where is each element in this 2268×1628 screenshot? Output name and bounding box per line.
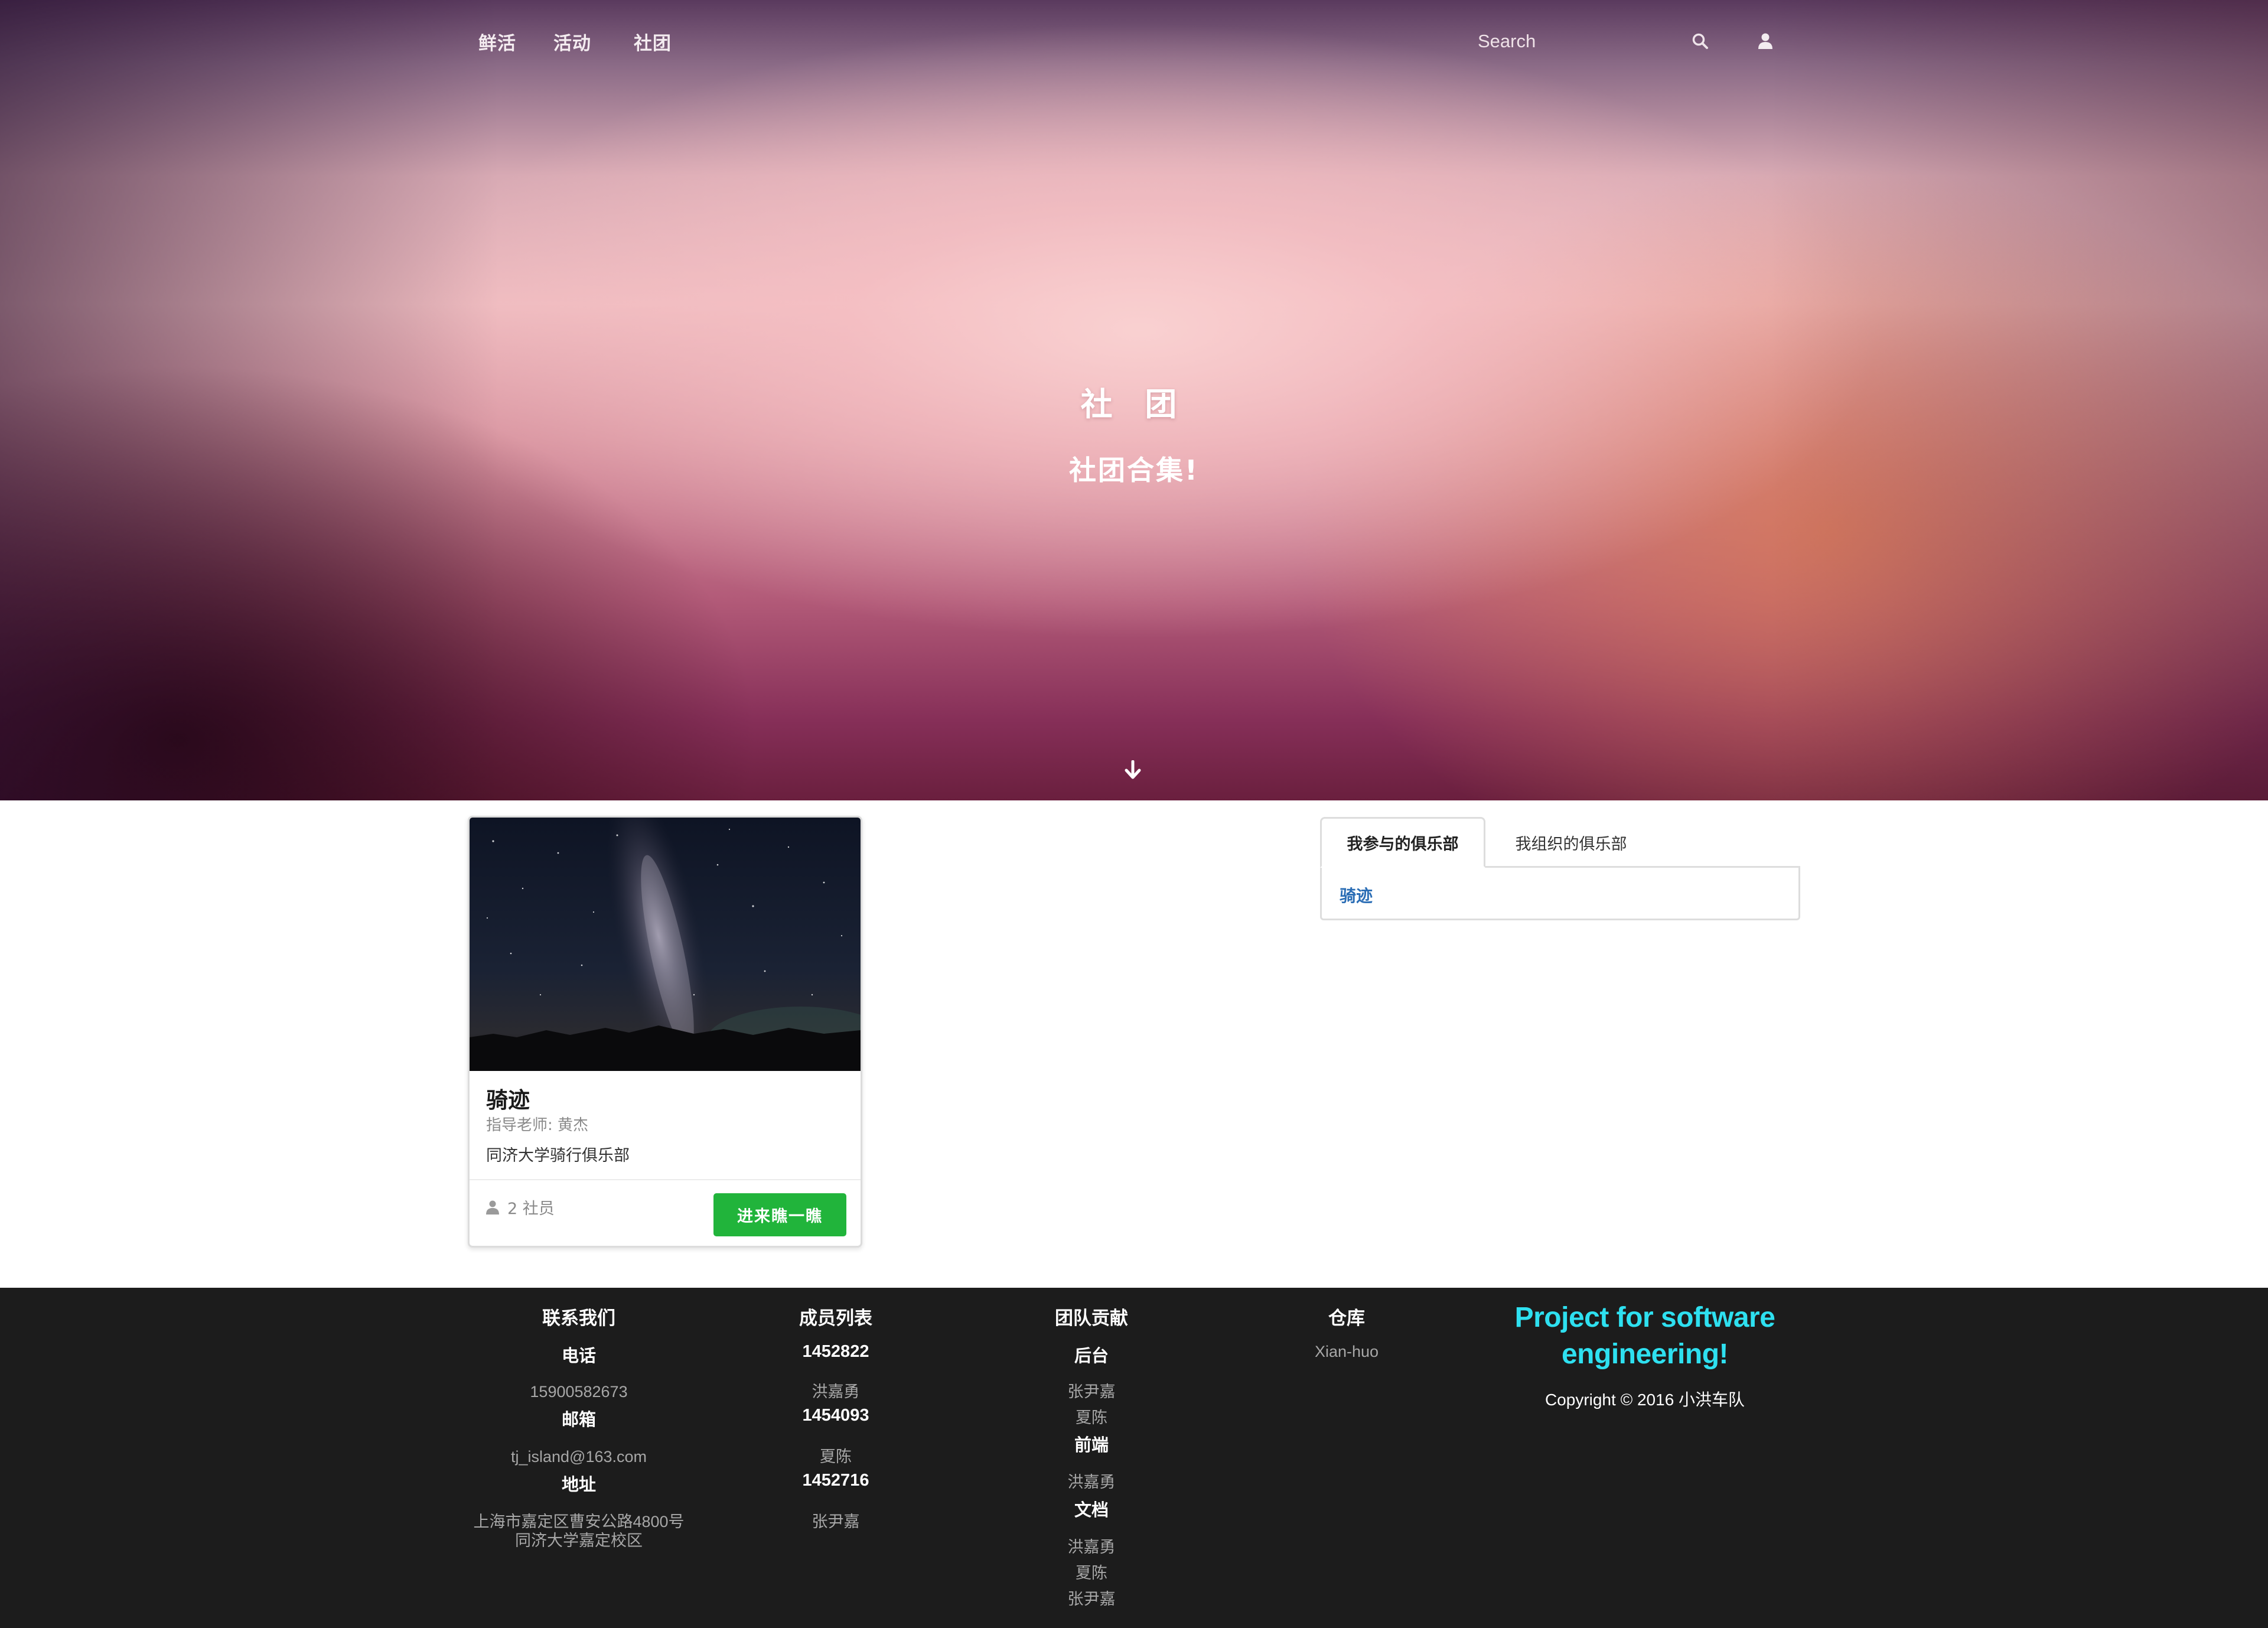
member-name: 夏陈 (820, 1448, 852, 1466)
role-label: 前端 (1074, 1436, 1109, 1455)
copyright: Copyright © 2016 小洪车队 (1544, 1391, 1745, 1409)
phone-value: 15900582673 (530, 1383, 628, 1401)
nav-link-xianhuo[interactable]: 鲜活 (478, 28, 516, 55)
member-name: 洪嘉勇 (812, 1383, 860, 1401)
contribution-heading: 团队贡献 (1055, 1308, 1128, 1329)
user-icon (486, 1200, 499, 1215)
card-divider (470, 1179, 861, 1180)
tab-joined-clubs[interactable]: 我参与的俱乐部 (1320, 817, 1485, 868)
contributor-name: 夏陈 (1076, 1564, 1107, 1582)
tab-panel: 骑迹 (1320, 866, 1800, 920)
search-icon[interactable] (1686, 27, 1715, 56)
contact-heading: 联系我们 (542, 1308, 615, 1329)
page-title: 社 团 (1080, 386, 1188, 423)
club-card[interactable]: 骑迹 指导老师: 黄杰 同济大学骑行俱乐部 2 社员 进来瞧一瞧 (468, 816, 862, 1248)
email-value[interactable]: tj_island@163.com (461, 1447, 697, 1466)
hero-banner: 鲜活 活动 社团 社 团 社团合集! (0, 0, 2268, 800)
project-tagline: Project for software engineering! (1494, 1300, 1795, 1373)
address-line-1: 上海市嘉定区曹安公路4800号 (473, 1513, 685, 1531)
tagline-line-2: engineering! (1561, 1339, 1729, 1370)
member-count-label: 2 社员 (507, 1200, 555, 1218)
contributor-name: 夏陈 (1076, 1409, 1107, 1427)
user-icon[interactable] (1751, 27, 1780, 56)
repo-link[interactable]: Xian-huo (1228, 1342, 1465, 1361)
top-nav: 鲜活 活动 社团 (0, 0, 2268, 83)
club-advisor: 指导老师: 黄杰 (486, 1116, 589, 1134)
member-name: 张尹嘉 (812, 1513, 860, 1531)
members-heading: 成员列表 (799, 1308, 872, 1329)
address-label: 地址 (561, 1476, 596, 1494)
role-label: 文档 (1074, 1501, 1109, 1520)
phone-label: 电话 (561, 1347, 596, 1366)
club-cover-image (470, 818, 861, 1071)
club-description: 同济大学骑行俱乐部 (486, 1147, 630, 1165)
search-input[interactable] (1465, 24, 1713, 59)
member-id: 1454093 (802, 1406, 869, 1425)
repo-heading: 仓库 (1328, 1308, 1365, 1329)
contributor-name: 洪嘉勇 (1067, 1538, 1116, 1556)
contributor-name: 张尹嘉 (1067, 1383, 1116, 1401)
enter-club-button[interactable]: 进来瞧一瞧 (713, 1193, 846, 1236)
member-id: 1452716 (802, 1471, 869, 1490)
joined-club-link[interactable]: 骑迹 (1340, 883, 1373, 907)
club-name[interactable]: 骑迹 (486, 1082, 530, 1114)
nav-link-clubs[interactable]: 社团 (634, 28, 672, 55)
member-id: 1452822 (802, 1342, 869, 1361)
address-line-2: 同济大学嘉定校区 (515, 1532, 643, 1549)
contributor-name: 洪嘉勇 (1067, 1473, 1116, 1491)
nav-link-activities[interactable]: 活动 (553, 28, 591, 55)
page-subtitle: 社团合集! (1069, 454, 1199, 486)
tagline-line-1: Project for software (1514, 1302, 1775, 1333)
tab-organized-clubs[interactable]: 我组织的俱乐部 (1485, 817, 1657, 868)
contributor-name: 张尹嘉 (1067, 1590, 1116, 1608)
role-label: 后台 (1074, 1347, 1109, 1366)
member-count: 2 社员 (486, 1196, 555, 1219)
email-label: 邮箱 (561, 1411, 596, 1430)
site-footer: 联系我们 电话 15900582673 邮箱 tj_island@163.com… (0, 1288, 2268, 1628)
arrow-down-icon[interactable] (1119, 756, 1147, 784)
